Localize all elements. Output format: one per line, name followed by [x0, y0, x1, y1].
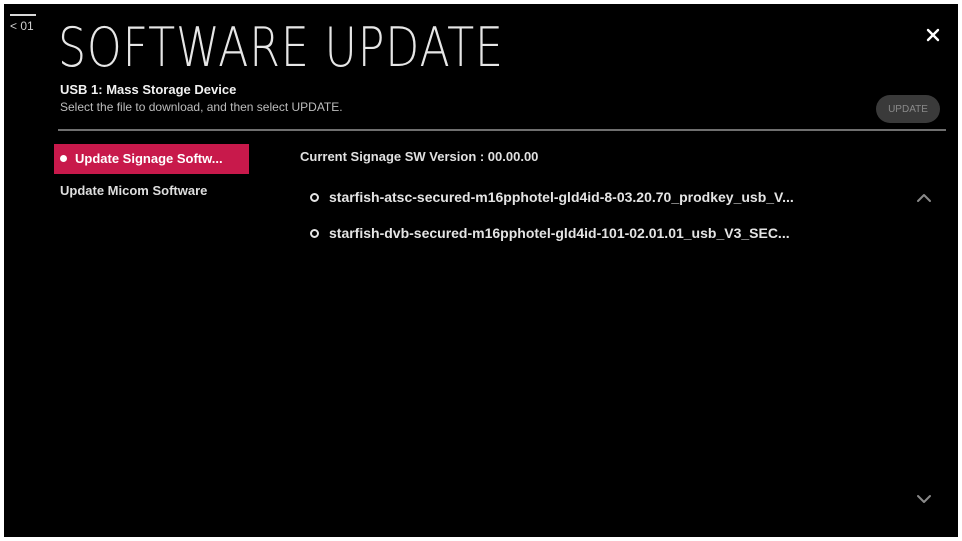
sidebar-item-label: Update Signage Softw... [75, 151, 223, 166]
file-item[interactable]: starfish-dvb-secured-m16pphotel-gld4id-1… [310, 215, 900, 251]
file-item[interactable]: starfish-atsc-secured-m16pphotel-gld4id-… [310, 179, 900, 215]
back-label: < 01 [10, 19, 34, 33]
current-version-label: Current Signage SW Version : 00.00.00 [300, 149, 539, 164]
file-name: starfish-atsc-secured-m16pphotel-gld4id-… [329, 189, 794, 205]
update-button[interactable]: UPDATE [876, 95, 940, 123]
file-name: starfish-dvb-secured-m16pphotel-gld4id-1… [329, 225, 790, 241]
sidebar-item-update-signage-software[interactable]: Update Signage Softw... [54, 144, 249, 174]
radio-icon [310, 192, 319, 202]
header-divider [58, 129, 946, 131]
sidebar-item-label: Update Micom Software [60, 183, 208, 198]
sidebar-item-update-micom-software[interactable]: Update Micom Software [54, 176, 249, 206]
chevron-up-icon[interactable] [916, 190, 932, 202]
chevron-down-icon[interactable] [916, 491, 932, 503]
sidebar: Update Signage Softw... Update Micom Sof… [54, 144, 249, 208]
instruction-text: Select the file to download, and then se… [60, 100, 343, 114]
radio-icon [310, 228, 319, 238]
software-update-screen: < 01 SOFTWARE UPDATE USB 1: Mass Storage… [4, 4, 958, 537]
selected-dot-icon [60, 155, 67, 163]
file-list: starfish-atsc-secured-m16pphotel-gld4id-… [310, 179, 900, 251]
device-name: USB 1: Mass Storage Device [60, 82, 237, 97]
back-button[interactable]: < 01 [10, 14, 36, 33]
back-bar [10, 14, 36, 16]
close-icon[interactable] [922, 24, 944, 46]
page-title: SOFTWARE UPDATE [58, 16, 504, 79]
